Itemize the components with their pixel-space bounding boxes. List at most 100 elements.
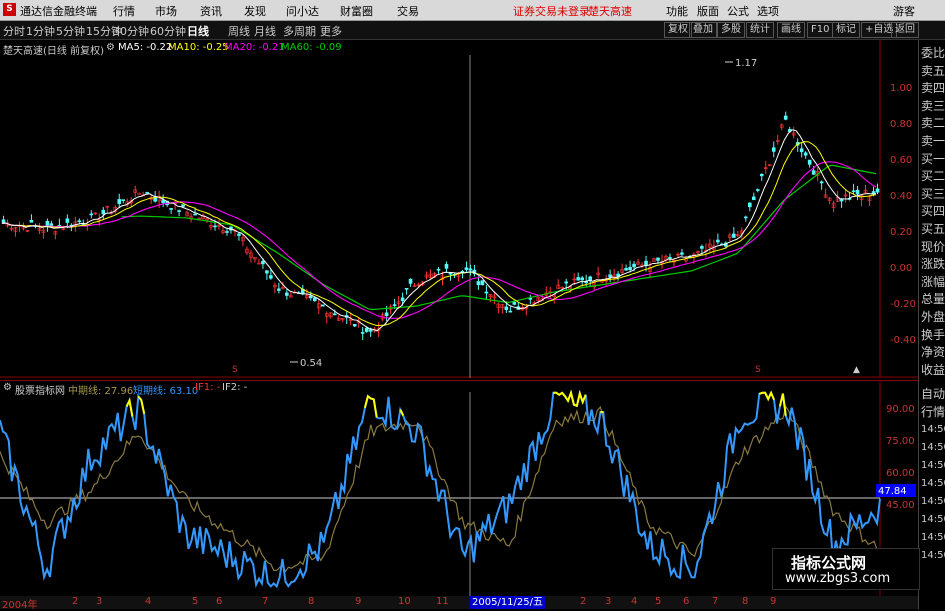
quote-field[interactable]: 涨跌: [921, 255, 945, 273]
period-tab-9[interactable]: 多周期: [283, 23, 316, 39]
x-axis-label: 3: [96, 596, 102, 607]
top-right-3[interactable]: 选项: [757, 3, 779, 19]
x-axis-label: 8: [308, 596, 314, 607]
stock-name-link[interactable]: 楚天高速: [588, 3, 632, 19]
toolbar-button-8[interactable]: 返回: [891, 22, 919, 38]
quote-field[interactable]: 买三: [921, 185, 945, 203]
period-tab-5[interactable]: 60分钟: [150, 23, 186, 39]
top-right-0[interactable]: 功能: [666, 3, 688, 19]
tick-field[interactable]: 14:50: [921, 439, 945, 457]
quote-field[interactable]: 卖四: [921, 79, 945, 97]
current-value: 47.84: [878, 486, 907, 497]
candle-body: [277, 289, 280, 291]
menu-item-2[interactable]: 资讯: [200, 3, 222, 19]
if1-label: IF1: -: [195, 382, 220, 393]
toolbar-button-0[interactable]: 复权: [664, 22, 692, 38]
toolbar-button-3[interactable]: 统计: [746, 22, 774, 38]
quote-field[interactable]: 买一: [921, 150, 945, 168]
period-tab-2[interactable]: 5分钟: [56, 23, 85, 39]
menu-item-3[interactable]: 发现: [244, 3, 266, 19]
tick-field[interactable]: 14:50: [921, 511, 945, 529]
quote-field[interactable]: 卖二: [921, 114, 945, 132]
indicator-settings-icon[interactable]: ⚙: [3, 382, 12, 393]
candle-body: [385, 313, 388, 316]
candle-body: [78, 221, 81, 222]
tick-field[interactable]: 14:50: [921, 529, 945, 547]
quote-field[interactable]: 买五: [921, 220, 945, 238]
tick-field[interactable]: 14:50: [921, 493, 945, 511]
quote-field[interactable]: 委比: [921, 44, 945, 62]
settings-icon[interactable]: ⚙: [106, 42, 115, 53]
x-axis-label: 9: [770, 596, 776, 607]
toolbar-button-2[interactable]: 多股: [717, 22, 745, 38]
x-axis-label: 9: [355, 596, 361, 607]
candle-body: [577, 277, 580, 280]
candle-body: [237, 234, 240, 236]
period-tab-10[interactable]: 更多: [320, 23, 342, 39]
tick-field[interactable]: 自动: [921, 385, 945, 403]
candle-body: [668, 257, 671, 258]
menu-item-0[interactable]: 行情: [113, 3, 135, 19]
quote-field[interactable]: 卖五: [921, 62, 945, 80]
quote-field[interactable]: 外盘: [921, 308, 945, 326]
mid-term-label: 中期线: 27.96: [68, 382, 133, 397]
period-tab-8[interactable]: 月线: [254, 23, 276, 39]
login-status[interactable]: 证券交易未登录: [513, 3, 590, 19]
overbought-segment: [553, 393, 585, 406]
candle-body: [170, 208, 173, 209]
indicator-axis-tick: 45.00: [886, 500, 915, 511]
quote-field[interactable]: 总量: [921, 290, 945, 308]
tick-field[interactable]: 行情: [921, 403, 945, 421]
candle-body: [269, 276, 272, 279]
overbought-segment: [365, 396, 377, 417]
tick-field[interactable]: 14:50: [921, 421, 945, 439]
menu-item-1[interactable]: 市场: [155, 3, 177, 19]
toolbar-button-6[interactable]: 标记: [832, 22, 860, 38]
top-right-2[interactable]: 公式: [727, 3, 749, 19]
quote-field[interactable]: 卖一: [921, 132, 945, 150]
toolbar-button-5[interactable]: F10: [807, 22, 833, 38]
candle-body: [609, 275, 612, 277]
quote-field[interactable]: 买二: [921, 167, 945, 185]
overbought-segment: [127, 401, 133, 417]
candle-body: [437, 269, 440, 270]
candle-body: [760, 174, 763, 176]
candle-body: [261, 261, 264, 264]
menu-item-5[interactable]: 财富圈: [340, 3, 373, 19]
period-tab-7[interactable]: 周线: [228, 23, 250, 39]
candle-body: [369, 330, 372, 332]
candle-body: [449, 273, 452, 274]
quote-field[interactable]: 收益: [921, 361, 945, 379]
quote-field[interactable]: 现价: [921, 238, 945, 256]
period-tab-1[interactable]: 1分钟: [26, 23, 55, 39]
period-tab-6[interactable]: 日线: [187, 23, 209, 39]
quote-field[interactable]: 买四: [921, 202, 945, 220]
candle-body: [30, 220, 33, 222]
ma5-label: MA5: -0.22: [118, 42, 172, 53]
quote-field[interactable]: 涨幅: [921, 273, 945, 291]
top-right-4[interactable]: 游客: [893, 3, 915, 19]
candle-body: [485, 292, 488, 293]
tick-field[interactable]: 14:50: [921, 457, 945, 475]
toolbar-button-4[interactable]: 画线: [777, 22, 805, 38]
toolbar-button-1[interactable]: 叠加: [689, 22, 717, 38]
candle-body: [353, 324, 356, 326]
candle-body: [716, 240, 719, 242]
period-tab-4[interactable]: 30分钟: [113, 23, 149, 39]
period-toolbar: 分时1分钟5分钟15分钟30分钟60分钟日线周线月线多周期更多 复权叠加多股统计…: [0, 21, 945, 40]
cursor-date: 2005/11/25/五: [470, 596, 545, 609]
tick-field[interactable]: 14:50: [921, 547, 945, 565]
period-tab-0[interactable]: 分时: [3, 23, 25, 39]
quote-field[interactable]: 卖三: [921, 97, 945, 115]
price-chart[interactable]: 1.17 0.54 S S ▲: [0, 40, 918, 378]
candle-body: [744, 217, 747, 218]
quote-field[interactable]: 换手: [921, 326, 945, 344]
menu-item-6[interactable]: 交易: [397, 3, 419, 19]
top-right-1[interactable]: 版面: [697, 3, 719, 19]
candle-body: [820, 182, 823, 183]
menu-item-4[interactable]: 问小达: [286, 3, 319, 19]
candle-body: [808, 160, 811, 164]
quote-field[interactable]: 净资: [921, 343, 945, 361]
candle-body: [146, 192, 149, 193]
tick-field[interactable]: 14:50: [921, 475, 945, 493]
